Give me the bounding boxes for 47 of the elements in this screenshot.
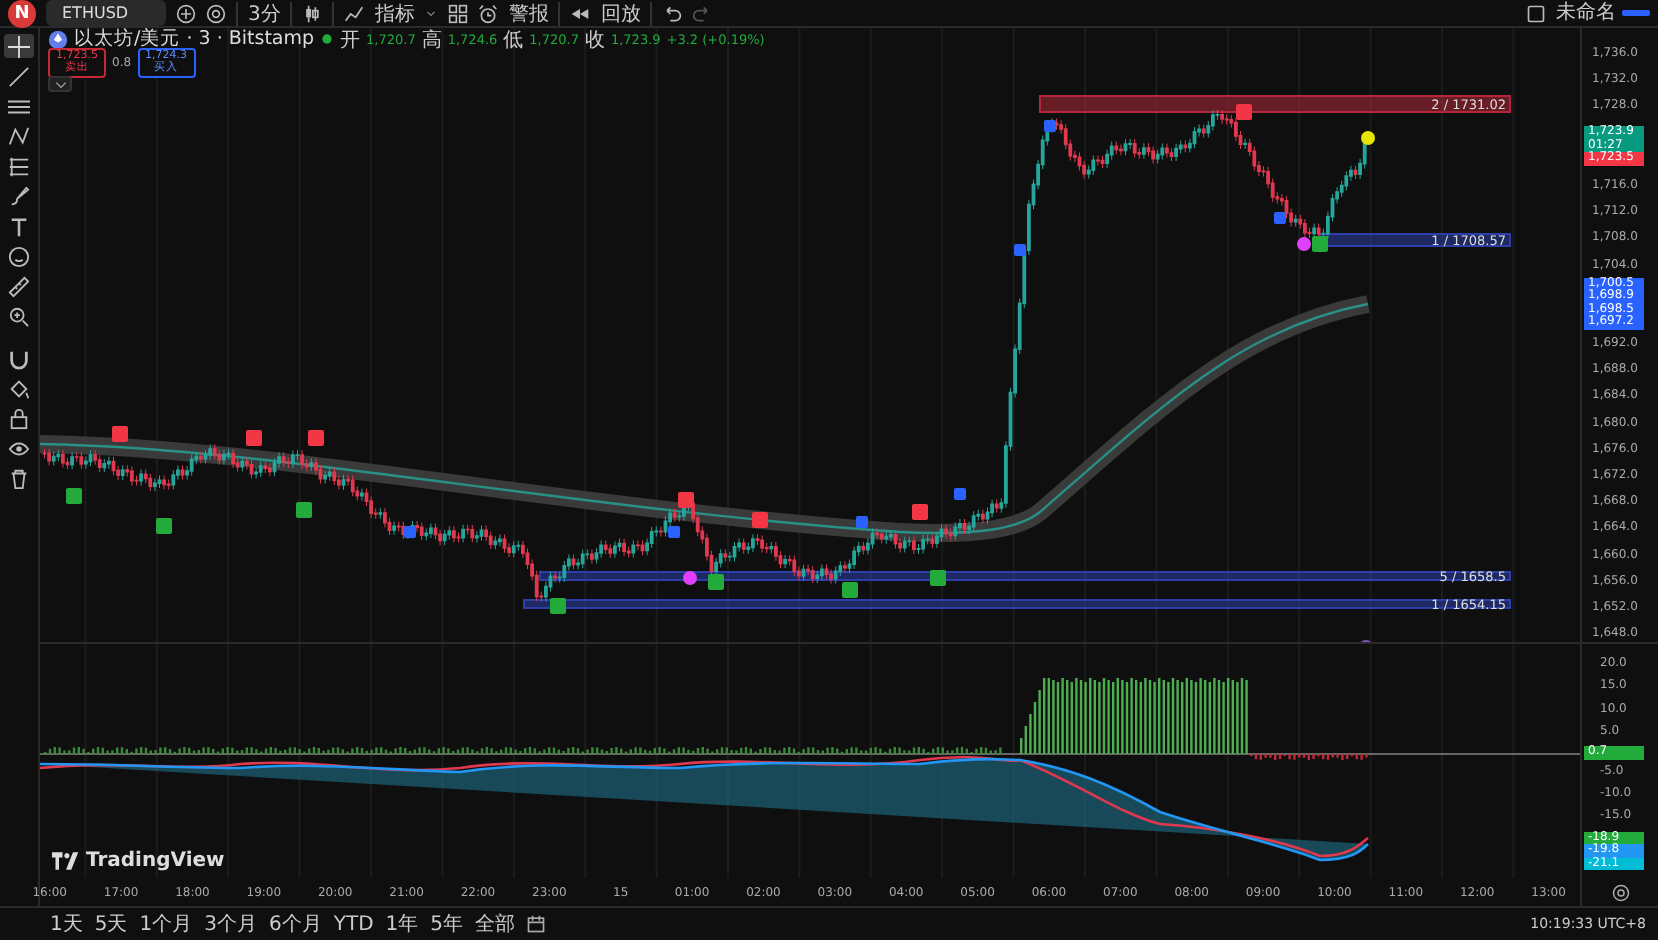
settings-icon[interactable] <box>1611 883 1629 901</box>
ohlc-label: 高 <box>421 28 442 53</box>
collapse-legend-button[interactable] <box>48 76 72 92</box>
alarm-clock-icon[interactable] <box>478 3 499 23</box>
candles-icon[interactable] <box>302 3 323 23</box>
fib-tool-icon[interactable] <box>4 154 34 178</box>
fullscreen-icon[interactable] <box>1526 3 1546 23</box>
event-marker-icon <box>1358 640 1374 642</box>
caret-icon[interactable] <box>424 6 439 20</box>
market-status-icon <box>320 32 335 46</box>
date-range-button[interactable]: 5天 <box>92 910 130 938</box>
date-range-button[interactable]: 1个月 <box>137 910 195 938</box>
date-range-button[interactable]: YTD <box>331 913 376 935</box>
trendline-tool-icon[interactable] <box>4 64 34 88</box>
calendar-icon[interactable] <box>525 914 546 934</box>
redo-icon[interactable] <box>692 3 713 23</box>
symbol-title: 以太坊/美元 · 3 · Bitstamp <box>74 28 315 50</box>
date-range-button[interactable]: 3个月 <box>202 910 259 938</box>
ruler-tool-icon[interactable] <box>4 274 34 298</box>
ohlc-label: 开 <box>340 28 361 53</box>
magnet-tool-icon[interactable] <box>4 346 34 370</box>
alerts-button[interactable]: 警报 <box>508 0 549 27</box>
undo-icon[interactable] <box>662 3 683 23</box>
interval-button[interactable]: 3分 <box>248 0 281 27</box>
emoji-tool-icon[interactable] <box>4 244 34 268</box>
zoom-tool-icon[interactable] <box>4 304 34 328</box>
ohlc-label: 收 <box>584 28 605 53</box>
ethereum-coin-icon <box>48 29 68 49</box>
ohlc-label: 低 <box>503 28 524 53</box>
caret-icon <box>53 77 67 91</box>
layout-grid-icon[interactable] <box>448 3 469 23</box>
symbol-search-button[interactable]: ETHUSD <box>46 0 166 26</box>
layout-name[interactable]: 未命名 <box>1556 1 1616 25</box>
add-symbol-icon[interactable] <box>176 3 196 23</box>
date-range-button[interactable]: 1天 <box>48 910 85 938</box>
user-avatar[interactable]: N <box>8 0 36 27</box>
date-range-button[interactable]: 1年 <box>383 910 421 938</box>
indicator-icon[interactable] <box>344 3 365 23</box>
date-range-button[interactable]: 6个月 <box>267 910 324 938</box>
replay-button[interactable]: 回放 <box>600 0 641 27</box>
replay-icon[interactable] <box>570 3 591 23</box>
date-range-button[interactable]: 全部 <box>473 910 518 938</box>
tradingview-logo[interactable]: TradingView <box>52 850 225 872</box>
date-range-button[interactable]: 5年 <box>428 910 466 938</box>
crosshair-tool-icon[interactable] <box>4 34 34 58</box>
indicators-button[interactable]: 指标 <box>374 0 415 27</box>
pattern-tool-icon[interactable] <box>4 124 34 148</box>
